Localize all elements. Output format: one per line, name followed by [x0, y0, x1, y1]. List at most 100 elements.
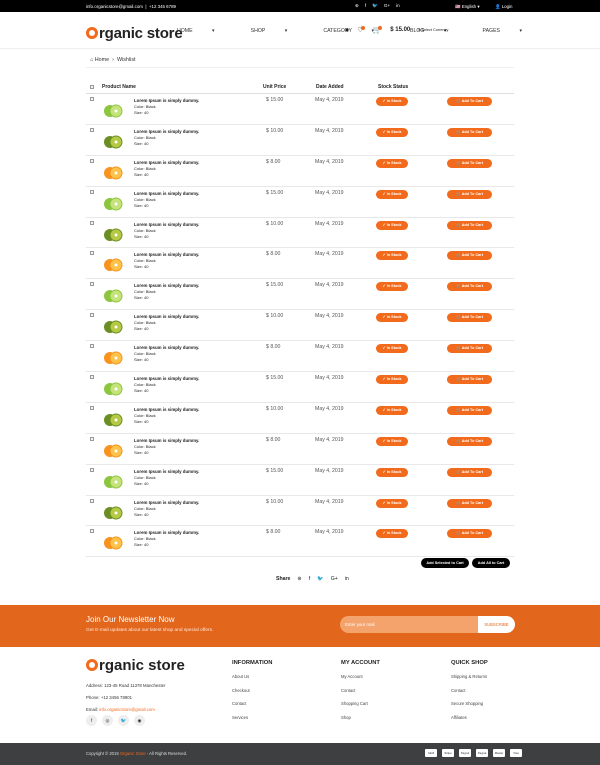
product-name[interactable]: Lorem Ipsum is simply dummy.: [134, 500, 199, 505]
stock-status-button[interactable]: ✓ In Stock: [376, 529, 408, 539]
product-name[interactable]: Lorem Ipsum is simply dummy.: [134, 160, 199, 165]
user-icon[interactable]: ●: [345, 27, 349, 34]
row-checkbox[interactable]: [90, 467, 94, 472]
footer-email-link[interactable]: info.organicstore@gmail.com: [99, 707, 155, 712]
share-G+-icon[interactable]: G+: [331, 576, 338, 582]
footer-dr-icon[interactable]: ◉: [134, 715, 145, 726]
footer-link[interactable]: Contact: [451, 688, 488, 693]
product-image[interactable]: [102, 223, 124, 245]
wishlist-icon[interactable]: ♡: [357, 26, 365, 34]
newsletter-email-input[interactable]: Enter your mail: [340, 616, 478, 633]
add-to-cart-button[interactable]: 🛒 Add To Cart: [447, 282, 492, 292]
product-image[interactable]: [102, 130, 124, 152]
add-to-cart-button[interactable]: 🛒 Add To Cart: [447, 251, 492, 261]
row-checkbox[interactable]: [90, 344, 94, 349]
product-image[interactable]: [102, 408, 124, 430]
product-name[interactable]: Lorem Ipsum is simply dummy.: [134, 314, 199, 319]
stock-status-button[interactable]: ✓ In Stock: [376, 344, 408, 354]
product-image[interactable]: [102, 377, 124, 399]
add-to-cart-button[interactable]: 🛒 Add To Cart: [447, 220, 492, 230]
language-selector[interactable]: 🇺🇸 English ▾: [455, 4, 480, 10]
footer-link[interactable]: Affiliates: [451, 715, 488, 720]
footer-ig-icon[interactable]: ◎: [102, 715, 113, 726]
stock-status-button[interactable]: ✓ In Stock: [376, 220, 408, 230]
row-checkbox[interactable]: [90, 189, 94, 194]
add-to-cart-button[interactable]: 🛒 Add To Cart: [447, 127, 492, 137]
product-image[interactable]: [102, 501, 124, 523]
row-checkbox[interactable]: [90, 498, 94, 503]
stock-status-button[interactable]: ✓ In Stock: [376, 375, 408, 385]
row-checkbox[interactable]: [90, 251, 94, 256]
product-name[interactable]: Lorem Ipsum is simply dummy.: [134, 222, 199, 227]
social-f-icon[interactable]: f: [365, 3, 366, 9]
product-name[interactable]: Lorem Ipsum is simply dummy.: [134, 98, 199, 103]
product-image[interactable]: [102, 439, 124, 461]
login-link[interactable]: 👤 Login: [495, 4, 512, 10]
social-rss-icon[interactable]: ⊛: [355, 3, 359, 9]
row-checkbox[interactable]: [90, 313, 94, 318]
product-name[interactable]: Lorem Ipsum is simply dummy.: [134, 469, 199, 474]
stock-status-button[interactable]: ✓ In Stock: [376, 436, 408, 446]
footer-link[interactable]: Shop: [341, 715, 380, 720]
top-email[interactable]: info.organicstore@gmail.com: [86, 4, 143, 9]
add-to-cart-button[interactable]: 🛒 Add To Cart: [447, 158, 492, 168]
add-selected-button[interactable]: Add Selected to Cart: [421, 558, 469, 568]
product-image[interactable]: [102, 531, 124, 553]
nav-item-pages[interactable]: PAGES ▾: [483, 28, 541, 34]
footer-link[interactable]: Checkout: [232, 688, 272, 693]
product-name[interactable]: Lorem Ipsum is simply dummy.: [134, 129, 199, 134]
add-to-cart-button[interactable]: 🛒 Add To Cart: [447, 405, 492, 415]
row-checkbox[interactable]: [90, 127, 94, 132]
stock-status-button[interactable]: ✓ In Stock: [376, 127, 408, 137]
footer-link[interactable]: Shopping Cart: [341, 701, 380, 706]
footer-link[interactable]: About Us: [232, 674, 272, 679]
social-G+-icon[interactable]: G+: [384, 3, 390, 9]
share-rss-icon[interactable]: ⊛: [297, 576, 301, 582]
subscribe-button[interactable]: SUBSCRIBE: [478, 616, 515, 633]
currency-selector[interactable]: $ Select Currency: [418, 28, 448, 32]
add-all-button[interactable]: Add All to Cart: [472, 558, 510, 568]
product-image[interactable]: [102, 253, 124, 275]
footer-logo[interactable]: rganic store: [86, 657, 185, 674]
row-checkbox[interactable]: [90, 282, 94, 287]
footer-tw-icon[interactable]: 🐦: [118, 715, 129, 726]
select-all-checkbox[interactable]: [90, 85, 94, 89]
product-image[interactable]: [102, 99, 124, 121]
stock-status-button[interactable]: ✓ In Stock: [376, 158, 408, 168]
add-to-cart-button[interactable]: 🛒 Add To Cart: [447, 436, 492, 446]
add-to-cart-button[interactable]: 🛒 Add To Cart: [447, 97, 492, 106]
social-in-icon[interactable]: in: [396, 3, 400, 9]
copy-brand[interactable]: Organic Store: [120, 751, 146, 756]
share-in-icon[interactable]: in: [345, 576, 349, 582]
stock-status-button[interactable]: ✓ In Stock: [376, 467, 408, 477]
product-image[interactable]: [102, 192, 124, 214]
nav-item-home[interactable]: HOME ▾: [177, 28, 233, 34]
stock-status-button[interactable]: ✓ In Stock: [376, 189, 408, 199]
stock-status-button[interactable]: ✓ In Stock: [376, 97, 408, 106]
stock-status-button[interactable]: ✓ In Stock: [376, 251, 408, 261]
product-name[interactable]: Lorem Ipsum is simply dummy.: [134, 530, 199, 535]
add-to-cart-button[interactable]: 🛒 Add To Cart: [447, 375, 492, 385]
row-checkbox[interactable]: [90, 529, 94, 534]
footer-link[interactable]: Contact: [232, 701, 272, 706]
add-to-cart-button[interactable]: 🛒 Add To Cart: [447, 529, 492, 539]
breadcrumb-home[interactable]: Home: [95, 57, 109, 63]
row-checkbox[interactable]: [90, 220, 94, 225]
footer-link[interactable]: Shipping & Returns: [451, 674, 488, 679]
row-checkbox[interactable]: [90, 405, 94, 410]
share-tw-icon[interactable]: 🐦: [317, 576, 323, 582]
row-checkbox[interactable]: [90, 375, 94, 380]
footer-link[interactable]: My Account: [341, 674, 380, 679]
share-f-icon[interactable]: f: [309, 576, 310, 582]
nav-item-shop[interactable]: SHOP ▾: [251, 28, 306, 34]
stock-status-button[interactable]: ✓ In Stock: [376, 405, 408, 415]
product-image[interactable]: [102, 470, 124, 492]
footer-link[interactable]: Contact: [341, 688, 380, 693]
row-checkbox[interactable]: [90, 158, 94, 163]
cart-icon[interactable]: 🛒: [373, 26, 383, 34]
product-name[interactable]: Lorem Ipsum is simply dummy.: [134, 252, 199, 257]
footer-f-icon[interactable]: f: [86, 715, 97, 726]
footer-link[interactable]: Services: [232, 715, 272, 720]
stock-status-button[interactable]: ✓ In Stock: [376, 313, 408, 323]
add-to-cart-button[interactable]: 🛒 Add To Cart: [447, 189, 492, 199]
